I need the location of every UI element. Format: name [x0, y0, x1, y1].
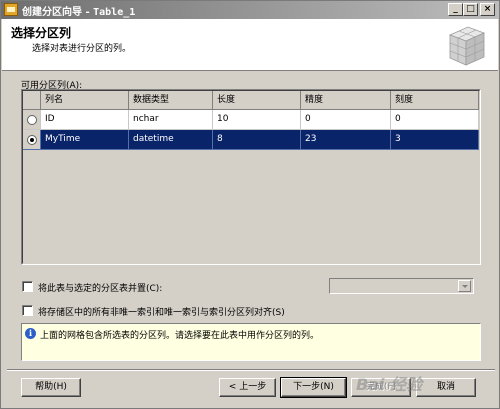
chevron-down-icon[interactable]: [458, 280, 471, 292]
cell-name: MyTime: [41, 130, 129, 150]
align-indexes-checkbox[interactable]: [22, 305, 33, 316]
cell-precision: 23: [301, 130, 391, 150]
partition-columns-grid[interactable]: 列名 数据类型 长度 精度 刻度 ID nchar 10 0 0 MyTime …: [21, 89, 481, 265]
table-row-selected[interactable]: MyTime datetime 8 23 3: [23, 130, 479, 150]
partition-cube-icon: [448, 26, 486, 66]
row-radio-cell[interactable]: [23, 130, 41, 150]
collocate-table-select[interactable]: [329, 278, 474, 294]
row-radio-cell[interactable]: [23, 110, 41, 130]
cell-precision: 0: [301, 110, 391, 130]
cell-name: ID: [41, 110, 129, 130]
collocate-checkbox[interactable]: [22, 281, 33, 292]
collocate-label: 将此表与选定的分区表并置(C):: [38, 284, 163, 294]
grid-header-scale[interactable]: 刻度: [391, 91, 479, 110]
cell-scale: 3: [391, 130, 479, 150]
grid-header-precision[interactable]: 精度: [301, 91, 391, 110]
cell-length: 10: [213, 110, 301, 130]
wizard-icon: [4, 3, 18, 16]
radio-button-mytime[interactable]: [27, 135, 37, 145]
grid-header-length[interactable]: 长度: [213, 91, 301, 110]
cell-type: nchar: [129, 110, 213, 130]
wizard-window: 创建分区向导 - Table_1 _ □ × 选择分区列 选择对表进行分区的列。…: [0, 0, 500, 409]
wizard-header: 选择分区列 选择对表进行分区的列。: [2, 19, 498, 71]
info-icon: i: [25, 328, 36, 339]
grid-header-name[interactable]: 列名: [41, 91, 129, 110]
cell-scale: 0: [391, 110, 479, 130]
table-row[interactable]: ID nchar 10 0 0: [23, 110, 479, 130]
info-panel: i 上面的网格包含所选表的分区列。请选择要在此表中用作分区列的列。: [21, 323, 481, 361]
close-button[interactable]: ×: [480, 3, 495, 16]
page-title: 选择分区列: [11, 26, 72, 40]
next-button[interactable]: 下一步(N): [280, 377, 347, 398]
window-title: 创建分区向导 - Table_1: [22, 7, 136, 18]
minimize-button[interactable]: _: [448, 3, 463, 16]
back-button[interactable]: < 上一步: [219, 378, 276, 397]
grid-header-type[interactable]: 数据类型: [129, 91, 213, 110]
cancel-button[interactable]: 取消: [416, 378, 476, 397]
info-text: 上面的网格包含所选表的分区列。请选择要在此表中用作分区列的列。: [40, 331, 320, 341]
title-bar[interactable]: 创建分区向导 - Table_1 _ □ ×: [1, 1, 499, 19]
grid-header-row: 列名 数据类型 长度 精度 刻度: [23, 91, 479, 110]
page-description: 选择对表进行分区的列。: [32, 44, 132, 54]
radio-button-id[interactable]: [27, 115, 37, 125]
cell-length: 8: [213, 130, 301, 150]
grid-header-selector: [23, 91, 41, 110]
window-title-table: Table_1: [93, 7, 136, 18]
help-button[interactable]: 帮助(H): [21, 378, 81, 397]
cell-type: datetime: [129, 130, 213, 150]
align-indexes-label: 将存储区中的所有非唯一索引和唯一索引与索引分区列对齐(S): [38, 308, 285, 318]
maximize-button[interactable]: □: [463, 3, 478, 16]
watermark-text: Bai 经验: [356, 375, 423, 394]
